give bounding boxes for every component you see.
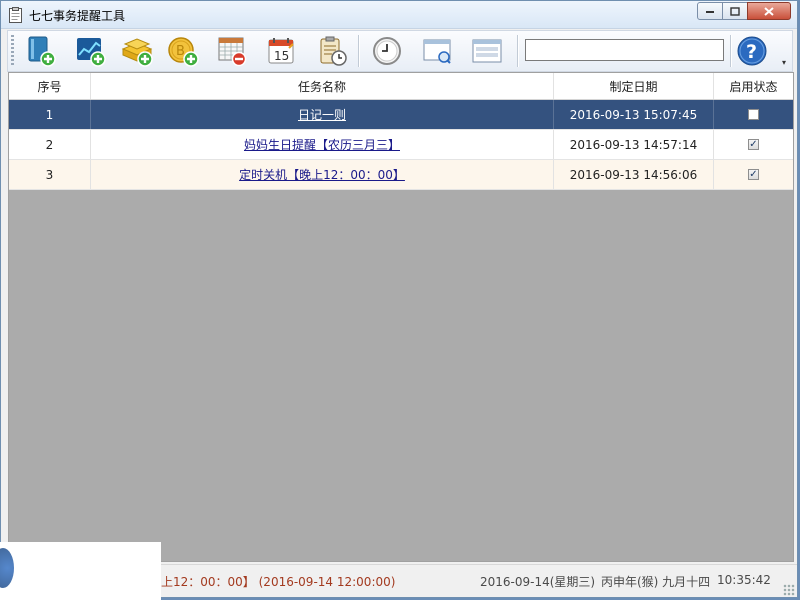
calendar-button[interactable]: 15: [264, 34, 298, 68]
help-button[interactable]: ?: [735, 34, 769, 68]
row-date: 2016-09-13 14:57:14: [554, 130, 714, 159]
toolbar: B 15 ? ▾: [7, 30, 793, 72]
help-icon: ?: [737, 36, 767, 66]
window-button[interactable]: [470, 34, 504, 68]
status-cell: ✓: [714, 130, 793, 159]
toolbar-separator: [730, 35, 732, 67]
enabled-checkbox[interactable]: [748, 109, 759, 120]
task-name-cell: 妈妈生日提醒【农历三月三】: [91, 130, 554, 159]
new-cash-button[interactable]: [120, 34, 154, 68]
row-index: 2: [9, 130, 91, 159]
svg-text:15: 15: [274, 49, 289, 63]
clipboard-clock-button[interactable]: [315, 34, 349, 68]
table-row[interactable]: 1 日记一则 2016-09-13 15:07:45: [9, 100, 793, 130]
column-header-index[interactable]: 序号: [9, 73, 91, 99]
toolbar-overflow-button[interactable]: ▾: [782, 59, 790, 69]
minimize-button[interactable]: [697, 2, 723, 20]
row-index: 1: [9, 100, 91, 129]
resize-grip[interactable]: [783, 584, 795, 596]
overlay-logo-fragment: [0, 548, 14, 588]
toolbar-separator: [517, 35, 519, 67]
notification-overlay: [0, 542, 161, 600]
svg-text:B: B: [176, 44, 185, 59]
status-cell: ✓: [714, 160, 793, 189]
table-row[interactable]: 3 定时关机【晚上12：00：00】 2016-09-13 14:56:06 ✓: [9, 160, 793, 190]
calendar-icon: 15: [268, 38, 294, 64]
search-input[interactable]: [525, 39, 724, 61]
new-chart-icon: [77, 38, 106, 67]
new-chart-button[interactable]: [74, 34, 108, 68]
new-cash-icon: [121, 38, 153, 67]
grid-header: 序号 任务名称 制定日期 启用状态: [9, 73, 793, 100]
row-date: 2016-09-13 15:07:45: [554, 100, 714, 129]
task-name-link[interactable]: 妈妈生日提醒【农历三月三】: [244, 136, 400, 153]
task-grid: 序号 任务名称 制定日期 启用状态 1 日记一则 2016-09-13 15:0…: [8, 72, 794, 562]
status-date: 2016-09-14(星期三): [480, 575, 596, 589]
maximize-button[interactable]: [722, 2, 748, 20]
enabled-checkbox[interactable]: ✓: [748, 169, 759, 180]
minimize-icon: [706, 11, 714, 13]
window-search-icon: [423, 39, 451, 64]
table-row[interactable]: 2 妈妈生日提醒【农历三月三】 2016-09-13 14:57:14 ✓: [9, 130, 793, 160]
delete-calendar-icon: [218, 37, 247, 67]
row-index: 3: [9, 160, 91, 189]
task-name-link[interactable]: 日记一则: [298, 106, 346, 123]
clipboard-icon: [9, 7, 22, 23]
delete-calendar-button[interactable]: [215, 34, 249, 68]
status-cell: [714, 100, 793, 129]
column-header-date[interactable]: 制定日期: [554, 73, 714, 99]
new-coin-icon: B: [168, 37, 199, 67]
title-bar[interactable]: 七七事务提醒工具: [1, 1, 797, 29]
new-note-icon: [28, 36, 56, 67]
maximize-icon: [730, 6, 740, 16]
status-lunar-date: 丙申年(猴) 九月十四: [601, 575, 711, 589]
clipboard-clock-icon: [320, 36, 347, 66]
status-time: 10:35:42: [717, 573, 771, 587]
window-search-button[interactable]: [421, 34, 455, 68]
window-icon: [472, 39, 502, 63]
row-date: 2016-09-13 14:56:06: [554, 160, 714, 189]
svg-text:?: ?: [746, 41, 757, 63]
new-coin-button[interactable]: B: [166, 34, 200, 68]
task-name-cell: 日记一则: [91, 100, 554, 129]
scrolling-reminder-text: 晚上12：00：00】 (2016-09-14 12:00:00): [149, 575, 396, 589]
app-window: 七七事务提醒工具 B 15 ? ▾ 序号 任务名称 制定日期 启用状态 1 日记…: [0, 0, 798, 598]
column-header-task[interactable]: 任务名称: [91, 73, 554, 99]
window-title: 七七事务提醒工具: [29, 9, 126, 23]
toolbar-separator: [358, 35, 360, 67]
column-header-status[interactable]: 启用状态: [714, 73, 793, 99]
clock-button[interactable]: [370, 34, 404, 68]
close-button[interactable]: [747, 2, 791, 20]
enabled-checkbox[interactable]: ✓: [748, 139, 759, 150]
clock-icon: [373, 37, 401, 65]
new-note-button[interactable]: [24, 34, 58, 68]
window-controls: [697, 2, 791, 20]
close-icon: [764, 6, 774, 16]
task-name-cell: 定时关机【晚上12：00：00】: [91, 160, 554, 189]
task-name-link[interactable]: 定时关机【晚上12：00：00】: [239, 166, 405, 183]
toolbar-grip[interactable]: [11, 35, 14, 67]
